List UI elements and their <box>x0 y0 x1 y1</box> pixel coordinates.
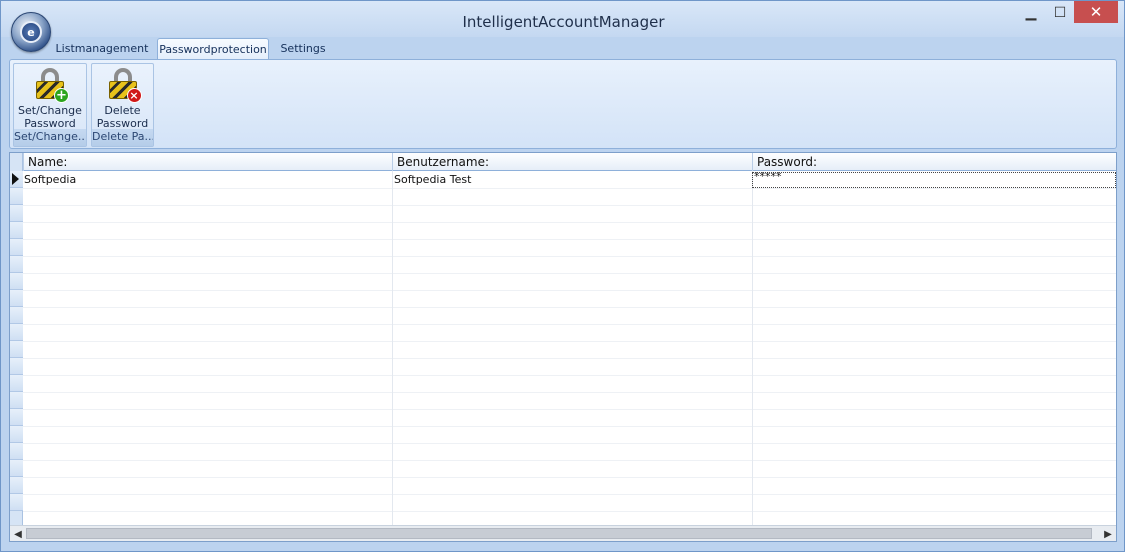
row-header[interactable] <box>10 426 23 443</box>
table-row <box>23 477 1116 478</box>
row-header[interactable] <box>10 307 23 324</box>
close-button[interactable]: ✕ <box>1074 1 1118 23</box>
row-header[interactable] <box>10 273 23 290</box>
column-header-username[interactable]: Benutzername: <box>392 153 752 171</box>
cell-username[interactable]: Softpedia Test <box>394 172 471 188</box>
cell-name[interactable]: Softpedia <box>24 172 76 188</box>
column-divider <box>392 171 393 525</box>
row-header[interactable] <box>10 188 23 205</box>
table-row <box>23 511 1116 512</box>
table-row <box>23 375 1116 376</box>
x-icon: × <box>126 88 142 103</box>
table-row <box>23 188 1116 189</box>
set-change-label-line1: Set/Change <box>18 104 82 117</box>
tab-settings[interactable]: Settings <box>275 38 331 59</box>
column-header-password[interactable]: Password: <box>752 153 1116 171</box>
current-row-arrow-icon <box>12 173 19 185</box>
row-header[interactable] <box>10 324 23 341</box>
ribbon-panel: + Set/Change Password Set/Change... × De… <box>9 59 1117 149</box>
table-row <box>23 307 1116 308</box>
ribbon-group-set-change: + Set/Change Password Set/Change... <box>13 63 87 147</box>
table-row <box>23 392 1116 393</box>
row-header[interactable] <box>10 239 23 256</box>
cell-password-focus[interactable]: ***** <box>752 170 1116 188</box>
table-row <box>23 358 1116 359</box>
row-header[interactable] <box>10 171 23 188</box>
grid-header: Name: Benutzername: Password: <box>10 153 1116 171</box>
maximize-button[interactable]: ☐ <box>1048 1 1072 23</box>
scroll-right-icon[interactable]: ▶ <box>1100 526 1116 542</box>
horizontal-scrollbar[interactable]: ◀ ▶ <box>10 525 1116 541</box>
accounts-grid[interactable]: Name: Benutzername: Password: Softpedia … <box>9 152 1117 542</box>
table-row <box>23 273 1116 274</box>
orb-glyph: e <box>20 21 42 43</box>
tab-listmanagement[interactable]: Listmanagement <box>53 38 151 59</box>
app-menu-orb-icon[interactable]: e <box>11 12 51 52</box>
table-row <box>23 409 1116 410</box>
delete-label-line1: Delete <box>104 104 141 117</box>
group-label-set-change: Set/Change... <box>14 129 86 146</box>
row-header[interactable] <box>10 256 23 273</box>
row-header[interactable] <box>10 409 23 426</box>
table-row <box>23 494 1116 495</box>
delete-password-button[interactable]: × Delete Password <box>92 64 153 130</box>
table-row <box>23 324 1116 325</box>
row-header[interactable] <box>10 341 23 358</box>
table-row <box>23 443 1116 444</box>
row-header[interactable] <box>10 443 23 460</box>
table-row <box>23 256 1116 257</box>
row-header[interactable] <box>10 222 23 239</box>
group-label-delete: Delete Pa... <box>92 129 153 146</box>
minimize-button[interactable]: ▁ <box>1020 1 1042 23</box>
scroll-thumb[interactable] <box>26 528 1092 539</box>
cell-password: ***** <box>754 170 782 183</box>
column-divider <box>752 171 753 525</box>
table-row <box>23 222 1116 223</box>
ribbon-group-delete: × Delete Password Delete Pa... <box>91 63 154 147</box>
app-window: IntelligentAccountManager ▁ ☐ ✕ e Listma… <box>0 0 1125 552</box>
row-header[interactable] <box>10 358 23 375</box>
table-row <box>23 460 1116 461</box>
row-header[interactable] <box>10 205 23 222</box>
lock-delete-icon: × <box>107 68 142 103</box>
table-row <box>23 205 1116 206</box>
column-header-name[interactable]: Name: <box>23 153 392 171</box>
row-header[interactable] <box>10 494 23 511</box>
tab-passwordprotection[interactable]: Passwordprotection <box>157 38 269 59</box>
plus-icon: + <box>54 88 69 103</box>
ribbon-tabs: Listmanagement Passwordprotection Settin… <box>1 37 1124 59</box>
table-row <box>23 290 1116 291</box>
set-change-password-button[interactable]: + Set/Change Password <box>14 64 86 130</box>
window-title: IntelligentAccountManager <box>462 13 665 31</box>
row-header[interactable] <box>10 477 23 494</box>
table-row <box>23 239 1116 240</box>
scroll-left-icon[interactable]: ◀ <box>10 526 26 542</box>
row-header[interactable] <box>10 375 23 392</box>
row-header[interactable] <box>10 290 23 307</box>
table-row <box>23 341 1116 342</box>
title-bar: IntelligentAccountManager ▁ ☐ ✕ <box>1 1 1124 37</box>
table-row <box>23 426 1116 427</box>
row-header[interactable] <box>10 460 23 477</box>
lock-add-icon: + <box>34 68 69 103</box>
row-header[interactable] <box>10 392 23 409</box>
